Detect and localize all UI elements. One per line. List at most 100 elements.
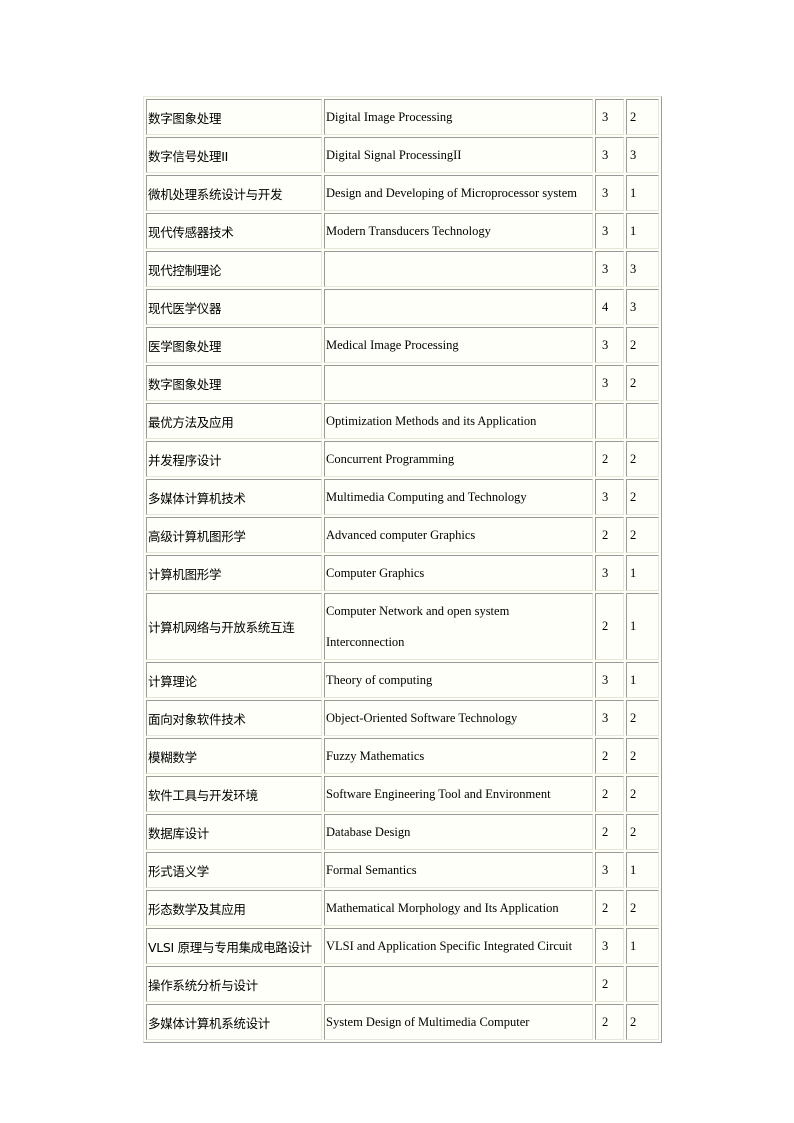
- table-row: VLSI 原理与专用集成电路设计 VLSI and Application Spe…: [146, 928, 659, 964]
- course-name-english: Concurrent Programming: [324, 441, 593, 477]
- credit-value: 2: [595, 814, 624, 850]
- secondary-value: [626, 403, 659, 439]
- table-row: 微机处理系统设计与开发 Design and Developing of Micr…: [146, 175, 659, 211]
- table-row: 最优方法及应用 Optimization Methods and its Appl…: [146, 403, 659, 439]
- credit-value: 3: [595, 852, 624, 888]
- credit-value: 3: [595, 928, 624, 964]
- table-row: 医学图象处理 Medical Image Processing 3 2: [146, 327, 659, 363]
- course-name-chinese: 形态数学及其应用: [146, 890, 322, 926]
- course-name-english: Computer Network and open system Intercon…: [324, 593, 593, 660]
- credit-value: 3: [595, 213, 624, 249]
- credit-value: 3: [595, 175, 624, 211]
- secondary-value: 2: [626, 99, 659, 135]
- secondary-value: 2: [626, 700, 659, 736]
- secondary-value: 2: [626, 738, 659, 774]
- course-name-chinese: 模糊数学: [146, 738, 322, 774]
- course-name-chinese: 多媒体计算机系统设计: [146, 1004, 322, 1040]
- credit-value: 2: [595, 593, 624, 660]
- credit-value: 2: [595, 1004, 624, 1040]
- table-row: 现代医学仪器 4 3: [146, 289, 659, 325]
- credit-value: 3: [595, 251, 624, 287]
- course-name-english: Object-Oriented Software Technology: [324, 700, 593, 736]
- secondary-value: 2: [626, 327, 659, 363]
- course-name-english: [324, 289, 593, 325]
- course-name-english: Optimization Methods and its Application: [324, 403, 593, 439]
- course-name-chinese: 数字图象处理: [146, 99, 322, 135]
- course-name-english: Advanced computer Graphics: [324, 517, 593, 553]
- course-name-chinese: 多媒体计算机技术: [146, 479, 322, 515]
- table-row: 软件工具与开发环境 Software Engineering Tool and E…: [146, 776, 659, 812]
- course-table-body: 数字图象处理 Digital Image Processing 3 2 数字信号处理II…: [146, 99, 659, 1040]
- course-name-chinese: 软件工具与开发环境: [146, 776, 322, 812]
- secondary-value: 1: [626, 852, 659, 888]
- credit-value: 3: [595, 99, 624, 135]
- course-name-english-line: Interconnection: [326, 634, 405, 649]
- course-name-english: Medical Image Processing: [324, 327, 593, 363]
- table-row: 数字图象处理 3 2: [146, 365, 659, 401]
- course-name-english: Database Design: [324, 814, 593, 850]
- credit-value: 4: [595, 289, 624, 325]
- credit-value: 3: [595, 327, 624, 363]
- secondary-value: 1: [626, 213, 659, 249]
- table-row: 现代传感器技术 Modern Transducers Technology 3 1: [146, 213, 659, 249]
- table-row: 多媒体计算机系统设计 System Design of Multimedia Co…: [146, 1004, 659, 1040]
- course-name-english: System Design of Multimedia Computer: [324, 1004, 593, 1040]
- secondary-value: 1: [626, 175, 659, 211]
- credit-value: 3: [595, 700, 624, 736]
- table-row: 高级计算机图形学 Advanced computer Graphics 2 2: [146, 517, 659, 553]
- course-name-english-line: Computer Network and open system: [326, 603, 510, 618]
- table-row: 计算机图形学 Computer Graphics 3 1: [146, 555, 659, 591]
- course-name-chinese: 面向对象软件技术: [146, 700, 322, 736]
- course-name-english: [324, 251, 593, 287]
- course-name-english: Multimedia Computing and Technology: [324, 479, 593, 515]
- table-row: 数字图象处理 Digital Image Processing 3 2: [146, 99, 659, 135]
- course-name-english: [324, 365, 593, 401]
- table-row: 形式语义学 Formal Semantics 3 1: [146, 852, 659, 888]
- credit-value: 3: [595, 479, 624, 515]
- table-row: 计算机网络与开放系统互连 Computer Network and open sy…: [146, 593, 659, 660]
- course-name-chinese: 现代传感器技术: [146, 213, 322, 249]
- course-name-chinese: 最优方法及应用: [146, 403, 322, 439]
- course-name-chinese: 操作系统分析与设计: [146, 966, 322, 1002]
- table-row: 现代控制理论 3 3: [146, 251, 659, 287]
- course-name-chinese: 数据库设计: [146, 814, 322, 850]
- secondary-value: 2: [626, 441, 659, 477]
- course-name-english: [324, 966, 593, 1002]
- secondary-value: 2: [626, 890, 659, 926]
- credit-value: 2: [595, 441, 624, 477]
- secondary-value: 2: [626, 776, 659, 812]
- course-name-chinese: 现代控制理论: [146, 251, 322, 287]
- secondary-value: 1: [626, 593, 659, 660]
- secondary-value: 2: [626, 517, 659, 553]
- course-name-english: Fuzzy Mathematics: [324, 738, 593, 774]
- course-name-chinese: 数字图象处理: [146, 365, 322, 401]
- secondary-value: 2: [626, 365, 659, 401]
- credit-value: 3: [595, 365, 624, 401]
- secondary-value: [626, 966, 659, 1002]
- course-table: 数字图象处理 Digital Image Processing 3 2 数字信号处理II…: [143, 96, 662, 1043]
- table-row: 计算理论 Theory of computing 3 1: [146, 662, 659, 698]
- credit-value: 3: [595, 662, 624, 698]
- secondary-value: 3: [626, 251, 659, 287]
- table-row: 数据库设计 Database Design 2 2: [146, 814, 659, 850]
- course-name-english: Digital Image Processing: [324, 99, 593, 135]
- course-name-english: Theory of computing: [324, 662, 593, 698]
- course-name-chinese: VLSI 原理与专用集成电路设计: [146, 928, 322, 964]
- course-name-english: Mathematical Morphology and Its Applicat…: [324, 890, 593, 926]
- secondary-value: 2: [626, 479, 659, 515]
- course-name-chinese: 并发程序设计: [146, 441, 322, 477]
- secondary-value: 1: [626, 662, 659, 698]
- credit-value: 3: [595, 137, 624, 173]
- course-name-chinese: 微机处理系统设计与开发: [146, 175, 322, 211]
- credit-value: 2: [595, 890, 624, 926]
- course-name-chinese: 形式语义学: [146, 852, 322, 888]
- table-row: 多媒体计算机技术 Multimedia Computing and Technol…: [146, 479, 659, 515]
- table-row: 模糊数学 Fuzzy Mathematics 2 2: [146, 738, 659, 774]
- course-name-english: Modern Transducers Technology: [324, 213, 593, 249]
- course-name-english: Computer Graphics: [324, 555, 593, 591]
- table-row: 数字信号处理II Digital Signal ProcessingII 3 3: [146, 137, 659, 173]
- credit-value: 2: [595, 517, 624, 553]
- table-row: 形态数学及其应用 Mathematical Morphology and Its …: [146, 890, 659, 926]
- credit-value: [595, 403, 624, 439]
- credit-value: 2: [595, 738, 624, 774]
